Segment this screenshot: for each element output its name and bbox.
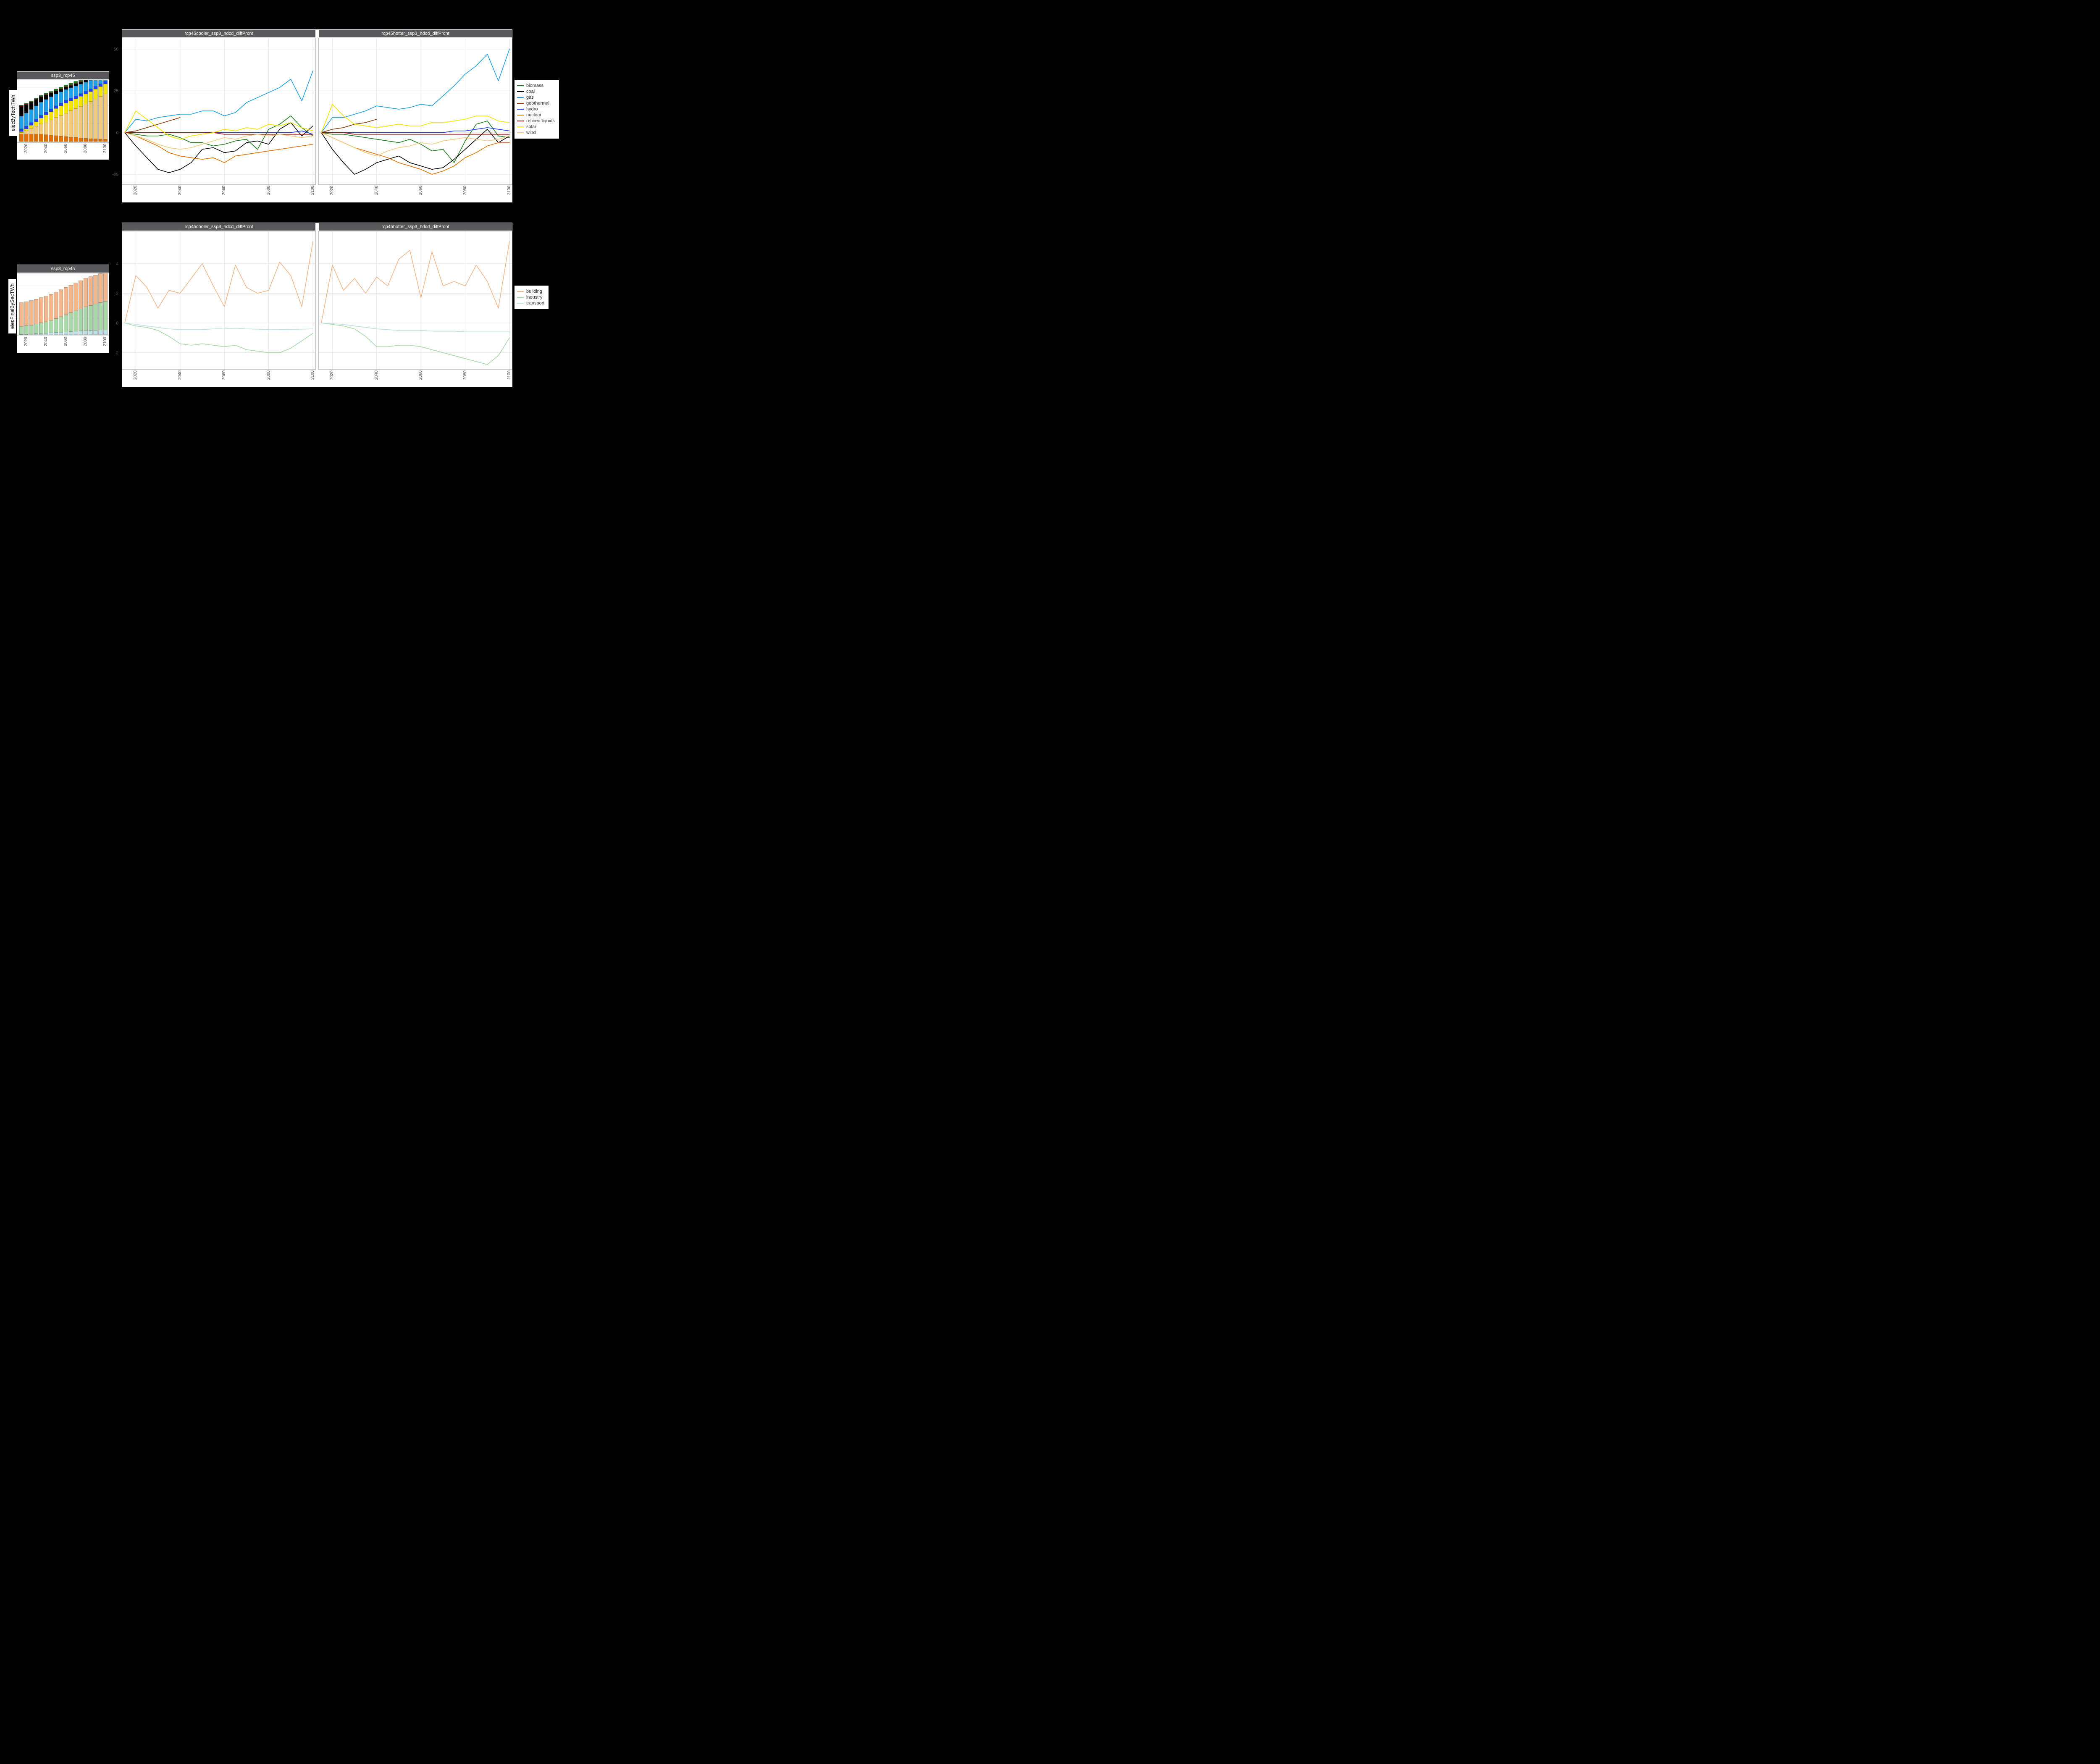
y-tick-label: 25 [102,89,118,94]
x-tick-label: 2020 [24,144,29,153]
legend-tech: biomasscoalgasgeothermalhydronuclearrefi… [514,80,559,139]
legend-item-nuclear: nuclear [517,113,555,118]
x-tick-label: 2060 [418,370,423,380]
legend-label: solar [526,124,536,129]
x-tick-label: 2100 [507,370,512,380]
plot-big-top-left [122,38,316,185]
ylabel-elecFinalBySecTWh: elecFinalBySecTWh [8,279,16,333]
facet-strip-big-bot-right: rcp45hotter_ssp3_hdcd_diffPrcnt [318,223,512,231]
legend-item-geothermal: geothermal [517,101,555,106]
legend-item-coal: coal [517,89,555,94]
x-tick-label: 2060 [222,370,226,380]
x-tick-label: 2060 [63,144,68,153]
plot-big-bot-left [122,231,316,370]
x-tick-label: 2020 [133,186,138,195]
legend-swatch [517,303,524,304]
legend-label: nuclear [526,113,541,118]
x-tick-label: 2080 [83,337,88,346]
legend-label: building [526,289,542,294]
x-tick-label: 2040 [374,370,379,380]
x-tick-label: 2040 [178,186,182,195]
x-tick-label: 2080 [266,370,271,380]
x-tick-label: 2040 [374,186,379,195]
x-tick-label: 2020 [24,337,29,346]
y-tick-label: 4 [102,262,118,266]
legend-label: biomass [526,83,543,88]
y-tick-label: 50 [102,47,118,52]
x-tick-label: 2020 [133,370,138,380]
y-tick-label: 0 [102,131,118,135]
legend-item-gas: gas [517,95,555,100]
y-tick-label: 2 [102,291,118,296]
x-tick-label: 2040 [178,370,182,380]
legend-swatch [517,297,524,298]
legend-swatch [517,291,524,292]
legend-label: refined liquids [526,118,555,123]
x-tick-label: 2020 [330,186,334,195]
legend-item-transport: transport [517,301,544,306]
facet-strip-big-top-left: rcp45cooler_ssp3_hdcd_diffPrcnt [122,29,316,38]
x-tick-label: 2060 [63,337,68,346]
legend-swatch [517,85,524,86]
panel-big-top: rcp45cooler_ssp3_hdcd_diffPrcnt 2020 2040… [122,29,512,202]
ylabel-elecByTechTWh: elecByTechTWh [9,90,17,136]
legend-label: geothermal [526,101,549,106]
legend-item-refined-liquids: refined liquids [517,118,555,123]
x-tick-label: 2100 [310,186,315,195]
panel-big-bottom: rcp45cooler_ssp3_hdcd_diffPrcnt 2020 2040… [122,223,512,387]
facet-strip-big-bot-left: rcp45cooler_ssp3_hdcd_diffPrcnt [122,223,316,231]
legend-label: coal [526,89,535,94]
legend-swatch [517,115,524,116]
facet-strip-big-top-right: rcp45hotter_ssp3_hdcd_diffPrcnt [318,29,512,38]
legend-label: gas [526,95,534,100]
facet-strip-small-top: ssp3_rcp45 [17,71,109,80]
x-tick-label: 2040 [44,144,48,153]
legend-item-hydro: hydro [517,107,555,112]
legend-swatch [517,103,524,104]
y-tick-label: 0 [102,321,118,326]
x-tick-label: 2060 [418,186,423,195]
panel-small-bottom: ssp3_rcp45 0200040006000 2020 2040 2060 208… [17,265,109,353]
legend-swatch [517,97,524,98]
legend-swatch [517,126,524,127]
plot-small-top: 0200040006000 [17,80,109,143]
x-tick-label: 2080 [83,144,88,153]
x-tick-label: 2080 [463,186,467,195]
legend-label: industry [526,295,543,300]
legend-item-industry: industry [517,295,544,300]
legend-label: hydro [526,107,538,112]
legend-item-biomass: biomass [517,83,555,88]
legend-swatch [517,109,524,110]
legend-sector: buildingindustrytransport [514,286,549,309]
x-tick-label: 2060 [222,186,226,195]
panel-small-top: ssp3_rcp45 0200040006000 2020 2040 2060 208… [17,71,109,160]
legend-item-wind: wind [517,130,555,135]
legend-swatch [517,91,524,92]
plot-big-bot-right [318,231,512,370]
facet-strip-small-bottom: ssp3_rcp45 [17,265,109,273]
legend-swatch [517,132,524,133]
x-tick-label: 2080 [463,370,467,380]
x-tick-label: 2100 [507,186,512,195]
legend-item-building: building [517,289,544,294]
plot-small-bottom: 0200040006000 [17,273,109,336]
x-tick-label: 2040 [44,337,48,346]
y-tick-label: -25 [102,173,118,177]
y-tick-label: -2 [102,351,118,355]
x-tick-label: 2100 [310,370,315,380]
x-tick-label: 2080 [266,186,271,195]
page: elecByTechTWh elecFinalBySecTWh ssp3_rcp… [0,0,554,388]
x-tick-label: 2020 [330,370,334,380]
plot-big-top-right [318,38,512,185]
legend-label: transport [526,301,544,306]
legend-label: wind [526,130,536,135]
legend-item-solar: solar [517,124,555,129]
